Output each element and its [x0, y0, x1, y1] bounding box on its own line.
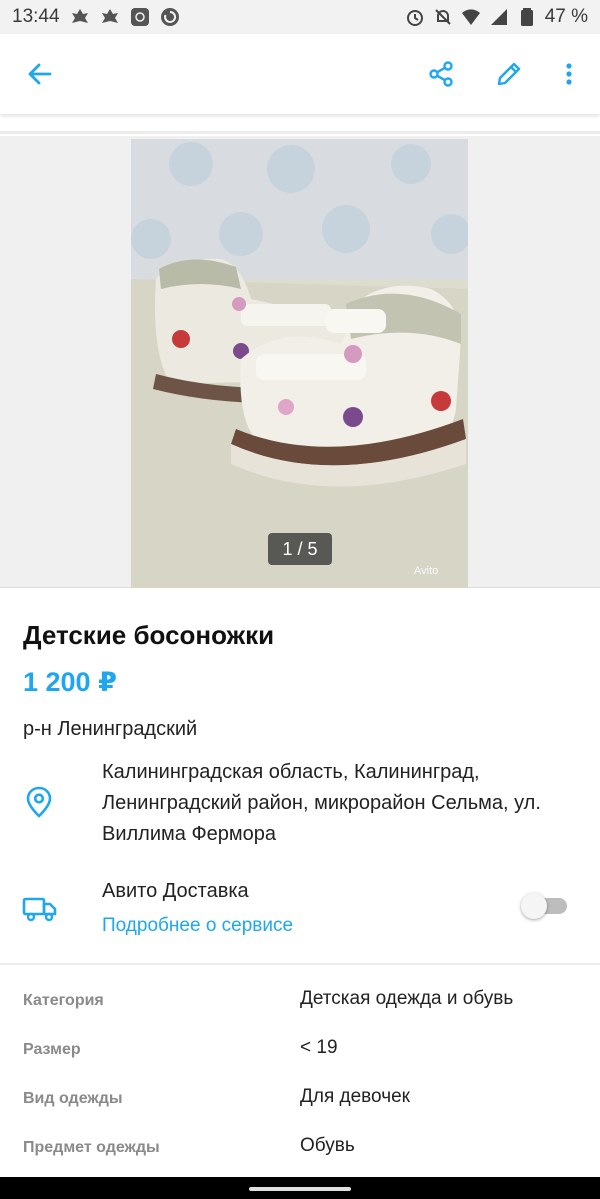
- notification-leaf-icon: [70, 7, 90, 27]
- wifi-icon: [461, 7, 481, 27]
- param-label: Вид одежды: [23, 1090, 123, 1107]
- photo-counter: 1 / 5: [268, 533, 332, 565]
- location-pin-icon: [26, 786, 52, 818]
- alarm-icon: [405, 7, 425, 27]
- photo-gallery[interactable]: 1 / 5 Avito: [0, 136, 600, 588]
- avito-watermark: Avito: [414, 565, 439, 577]
- battery-icon: [517, 7, 537, 27]
- delivery-title: Авито Доставка: [102, 880, 249, 902]
- home-gesture-handle[interactable]: [249, 1187, 351, 1191]
- listing-district: р-н Ленинградский: [23, 718, 198, 740]
- status-bar: 13:44 47 %: [0, 0, 600, 34]
- top-app-bar: [0, 34, 600, 114]
- section-divider: [0, 963, 600, 965]
- param-label: Размер: [23, 1041, 81, 1058]
- delivery-toggle[interactable]: [521, 893, 569, 919]
- notification-sync-icon: [160, 7, 180, 27]
- battery-percent: 47 %: [544, 6, 588, 27]
- param-row-clothing-item: Предмет одежды Обувь: [0, 1129, 600, 1169]
- edit-button[interactable]: [489, 54, 529, 94]
- param-row-category: Категория Детская одежда и обувь: [0, 982, 600, 1022]
- share-icon: [429, 61, 453, 87]
- param-value: < 19: [300, 1037, 338, 1058]
- toggle-knob: [521, 893, 547, 919]
- listing-price: 1 200 ₽: [23, 667, 117, 697]
- notification-app-icon: [130, 7, 150, 27]
- param-label: Категория: [23, 992, 104, 1009]
- delivery-truck-icon: [22, 897, 57, 922]
- param-row-size: Размер < 19: [0, 1031, 600, 1071]
- status-time: 13:44: [12, 6, 60, 27]
- delivery-info-link[interactable]: Подробнее о сервисе: [102, 915, 293, 937]
- listing-address[interactable]: Калининградская область, Калининград, Ле…: [102, 757, 582, 850]
- share-button[interactable]: [421, 54, 461, 94]
- param-value: Детская одежда и обувь: [300, 988, 514, 1009]
- param-value: Обувь: [300, 1135, 355, 1156]
- param-value: Для девочек: [300, 1086, 410, 1107]
- param-row-clothing-type: Вид одежды Для девочек: [0, 1080, 600, 1120]
- back-button[interactable]: [20, 54, 60, 94]
- arrow-left-icon: [28, 63, 52, 85]
- param-label: Предмет одежды: [23, 1139, 160, 1156]
- signal-icon: [489, 7, 509, 27]
- product-photo[interactable]: [131, 139, 468, 588]
- listing-title: Детские босоножки: [23, 620, 275, 650]
- notification-leaf-icon-2: [100, 7, 120, 27]
- header-separator: [0, 114, 600, 134]
- system-nav-bar: [0, 1177, 600, 1199]
- pencil-icon: [497, 62, 521, 86]
- more-vert-icon: [566, 63, 572, 85]
- more-options-button[interactable]: [549, 54, 589, 94]
- notifications-off-icon: [433, 7, 453, 27]
